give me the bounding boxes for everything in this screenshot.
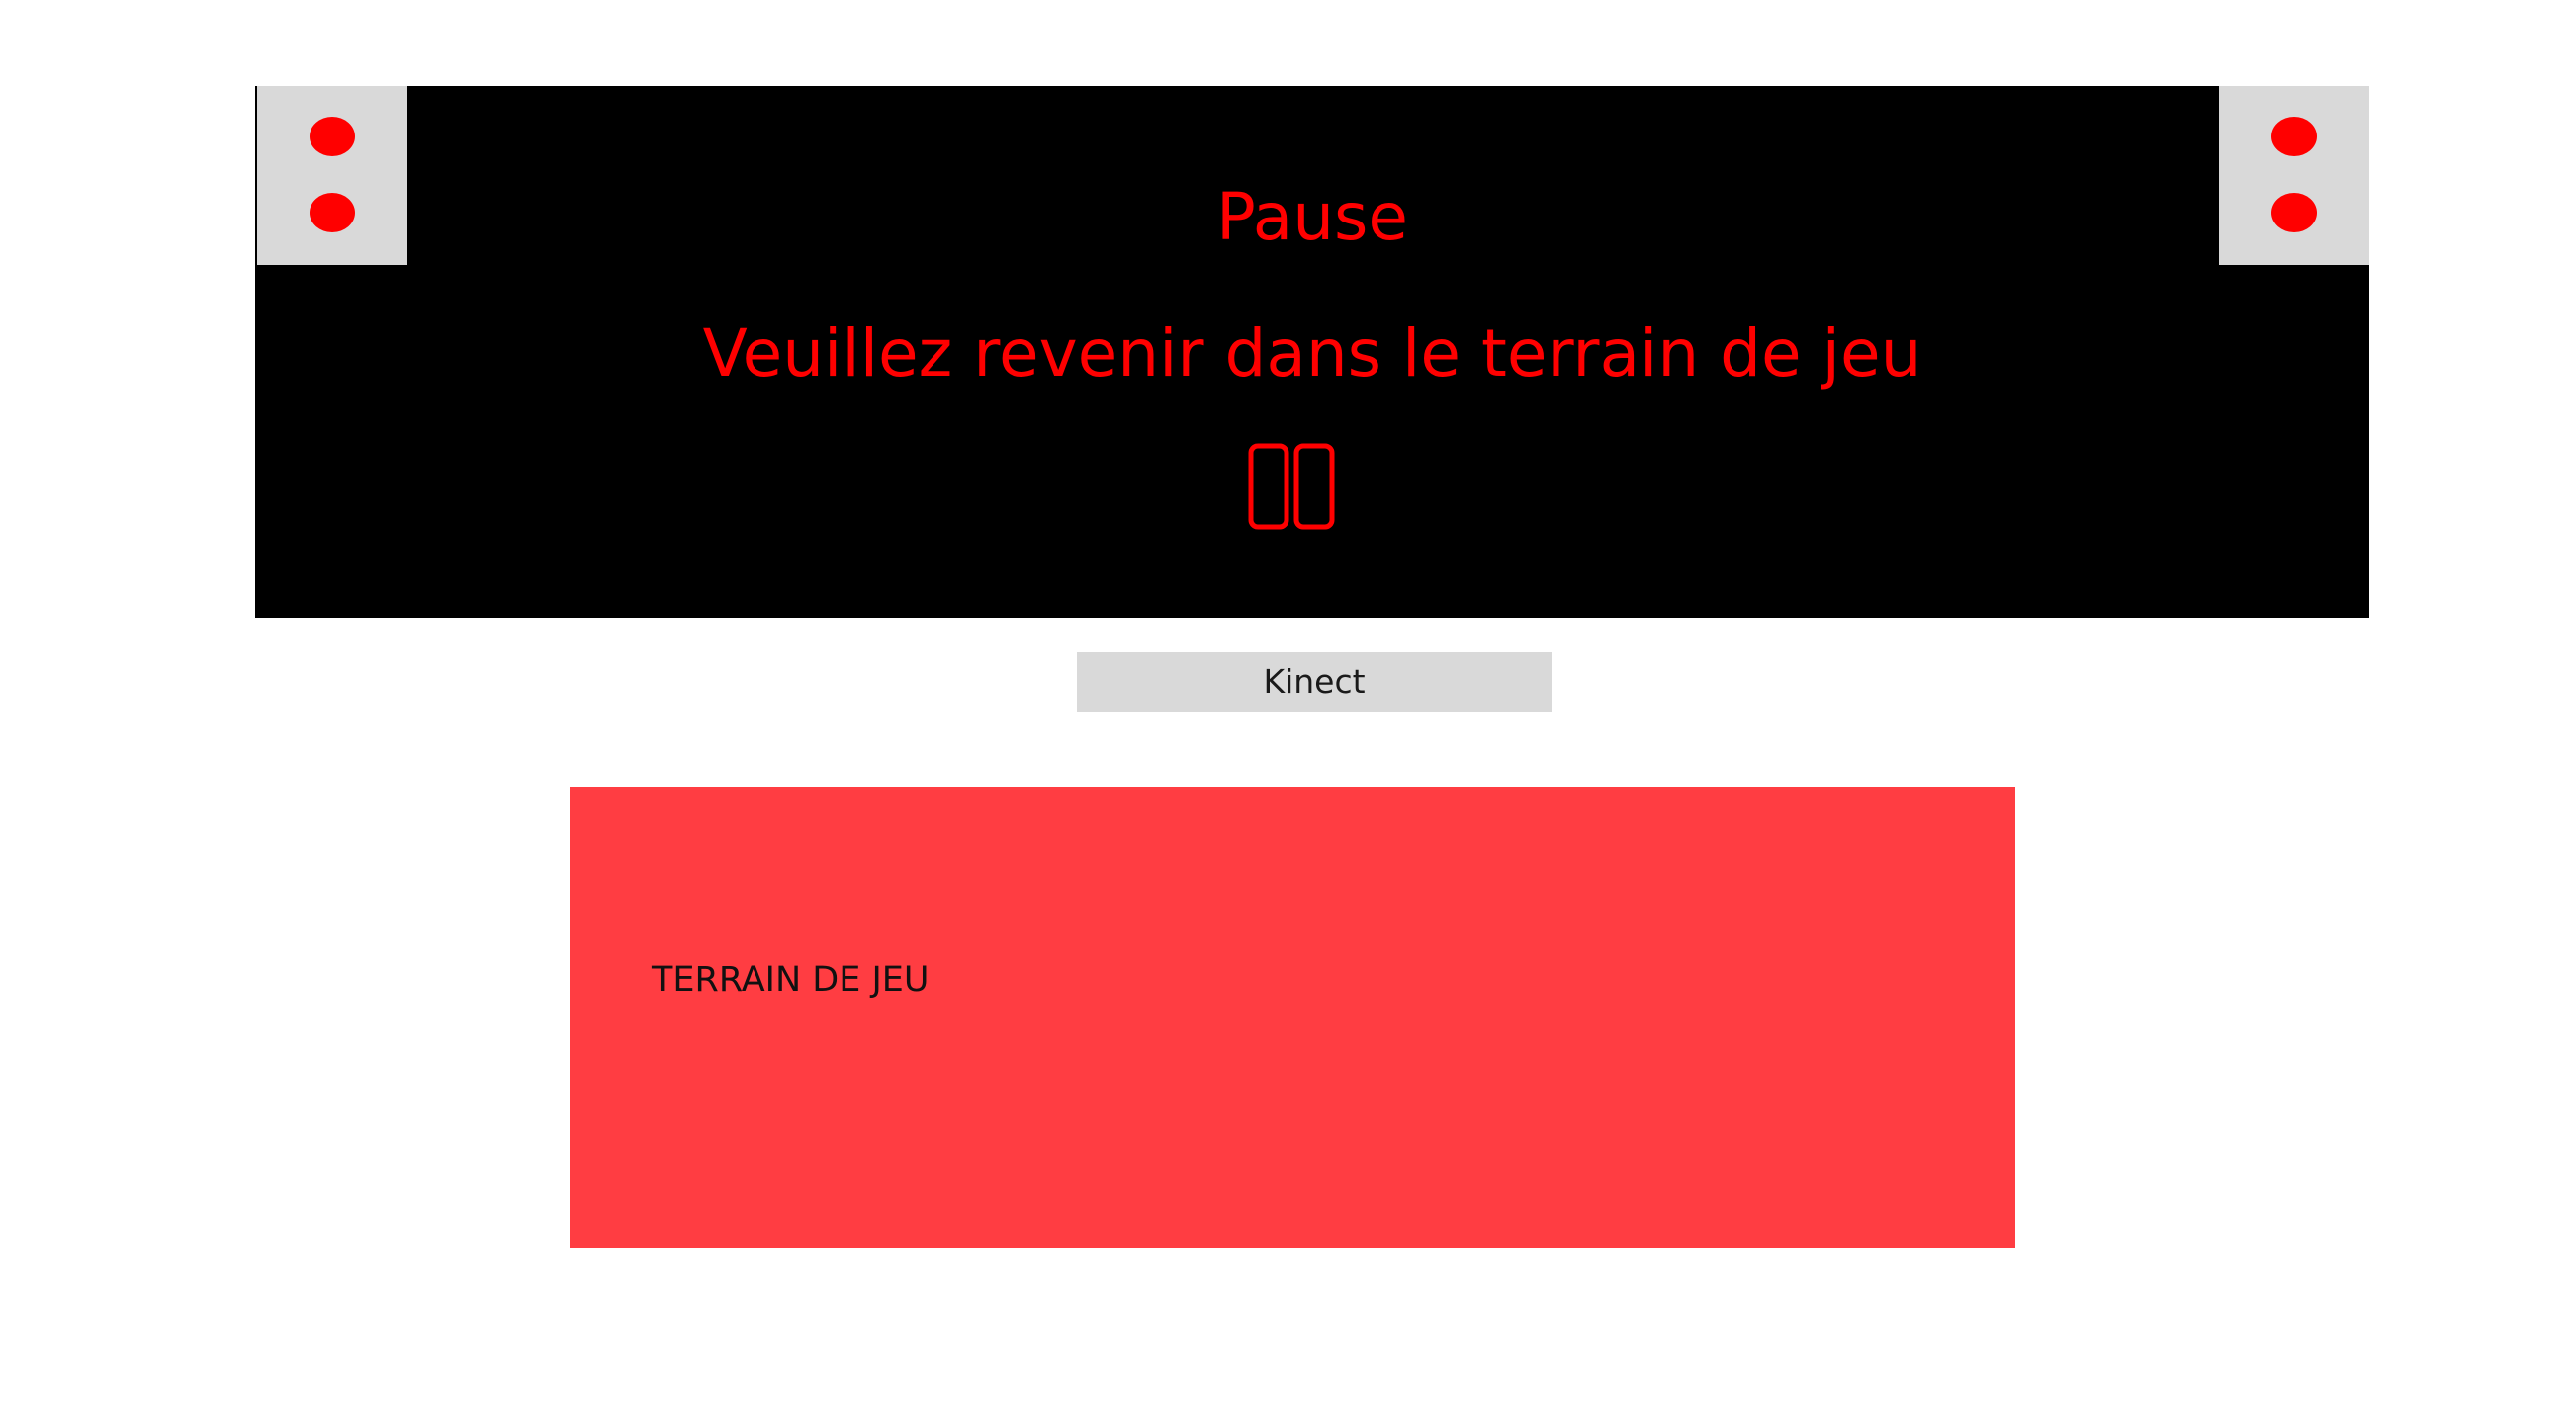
left-top-dot <box>310 117 355 156</box>
pause-icon <box>1248 443 1335 530</box>
pause-title: Pause <box>1215 179 1409 255</box>
pause-screen: Pause Veuillez revenir dans le terrain d… <box>255 86 2369 618</box>
right-top-dot <box>2271 117 2317 156</box>
pause-message: Veuillez revenir dans le terrain de jeu <box>702 315 1922 392</box>
kinect-button[interactable]: Kinect <box>1077 652 1552 712</box>
terrain-label: TERRAIN DE JEU <box>652 960 930 1000</box>
terrain-de-jeu: TERRAIN DE JEU <box>570 787 2015 1248</box>
